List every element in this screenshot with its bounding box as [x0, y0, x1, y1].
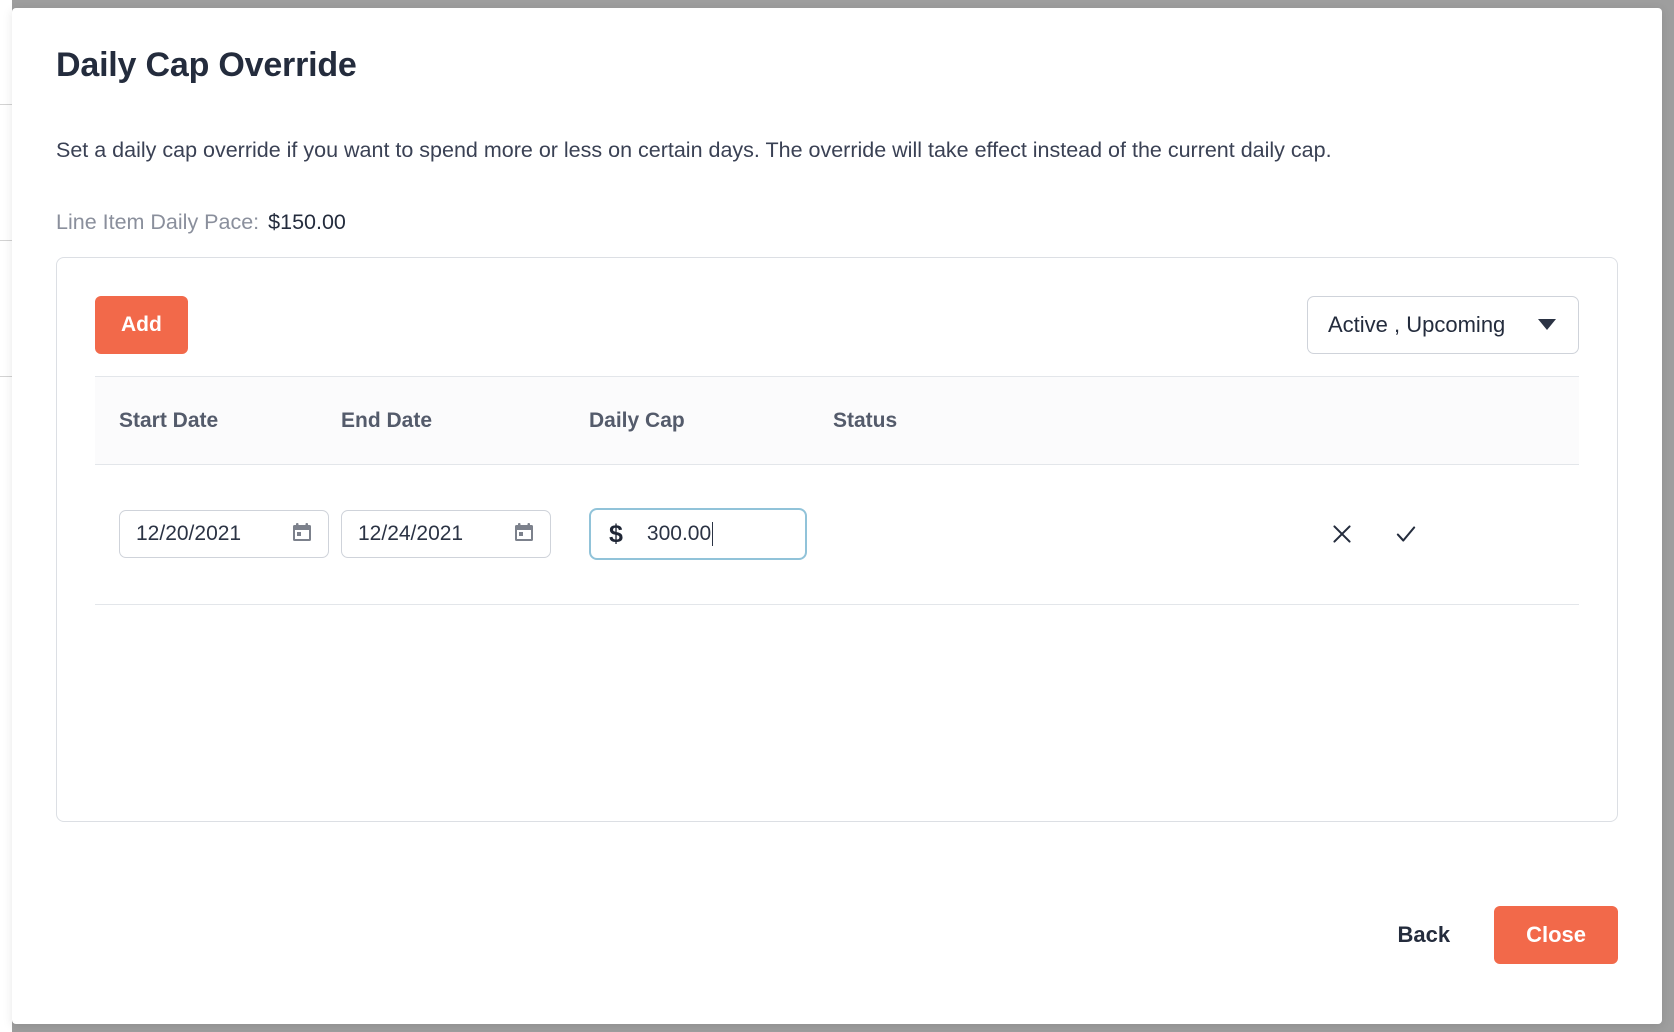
close-icon [1329, 525, 1355, 550]
calendar-icon[interactable] [290, 520, 314, 549]
dialog-description: Set a daily cap override if you want to … [56, 138, 1332, 162]
cell-row-actions [1319, 464, 1579, 604]
start-date-input[interactable]: 12/20/2021 [119, 510, 329, 559]
close-button[interactable]: Close [1494, 906, 1618, 964]
column-header-daily-cap: Daily Cap [589, 408, 685, 432]
daily-pace-value: $150.00 [268, 209, 346, 234]
line-item-daily-pace: Line Item Daily Pace: $150.00 [56, 210, 1618, 235]
add-button[interactable]: Add [95, 295, 188, 354]
end-date-input[interactable]: 12/24/2021 [341, 510, 551, 559]
status-filter-value: Active , Upcoming [1328, 311, 1506, 337]
overrides-panel: Add Active , Upcoming Start Date End Dat… [56, 256, 1618, 822]
cell-daily-cap: $ 300.00 [589, 464, 833, 604]
cell-status [833, 464, 1319, 604]
confirm-row-button[interactable] [1393, 521, 1419, 547]
calendar-icon[interactable] [512, 520, 536, 549]
background-page-line [0, 104, 12, 105]
daily-cap-input[interactable]: $ 300.00 [589, 508, 807, 561]
check-icon [1393, 526, 1419, 550]
column-header-start-date: Start Date [119, 408, 219, 432]
table-row: 12/20/2021 12/24/2021 $ 300.00 [95, 464, 1579, 605]
column-header-end-date: End Date [341, 408, 433, 432]
column-header-status: Status [833, 408, 898, 432]
background-page-line [0, 240, 12, 241]
text-cursor [712, 522, 714, 547]
overrides-table: Start Date End Date Daily Cap Status 12/… [95, 376, 1579, 605]
currency-symbol: $ [609, 519, 623, 548]
background-page-strip [0, 0, 12, 1032]
back-button[interactable]: Back [1393, 922, 1454, 948]
daily-cap-value: 300.00 [646, 522, 712, 546]
cell-start-date: 12/20/2021 [95, 464, 341, 604]
start-date-value: 12/20/2021 [136, 522, 242, 546]
end-date-value: 12/24/2021 [358, 522, 464, 546]
column-header-actions [1319, 376, 1579, 464]
panel-toolbar: Add Active , Upcoming [95, 295, 1579, 354]
cancel-row-button[interactable] [1329, 521, 1355, 547]
background-page-line [0, 376, 12, 377]
dialog-footer: Back Close [1393, 906, 1618, 964]
daily-pace-label: Line Item Daily Pace: [56, 209, 260, 234]
cell-end-date: 12/24/2021 [341, 464, 589, 604]
table-header: Start Date End Date Daily Cap Status [95, 376, 1579, 465]
table-body: 12/20/2021 12/24/2021 $ 300.00 [95, 464, 1579, 605]
status-filter-dropdown[interactable]: Active , Upcoming [1307, 295, 1579, 354]
chevron-down-icon [1538, 319, 1556, 331]
page-title: Daily Cap Override [56, 46, 357, 84]
table-header-row: Start Date End Date Daily Cap Status [95, 376, 1579, 465]
daily-cap-override-dialog: Daily Cap Override Set a daily cap overr… [12, 8, 1662, 1024]
row-action-group [1319, 521, 1579, 547]
